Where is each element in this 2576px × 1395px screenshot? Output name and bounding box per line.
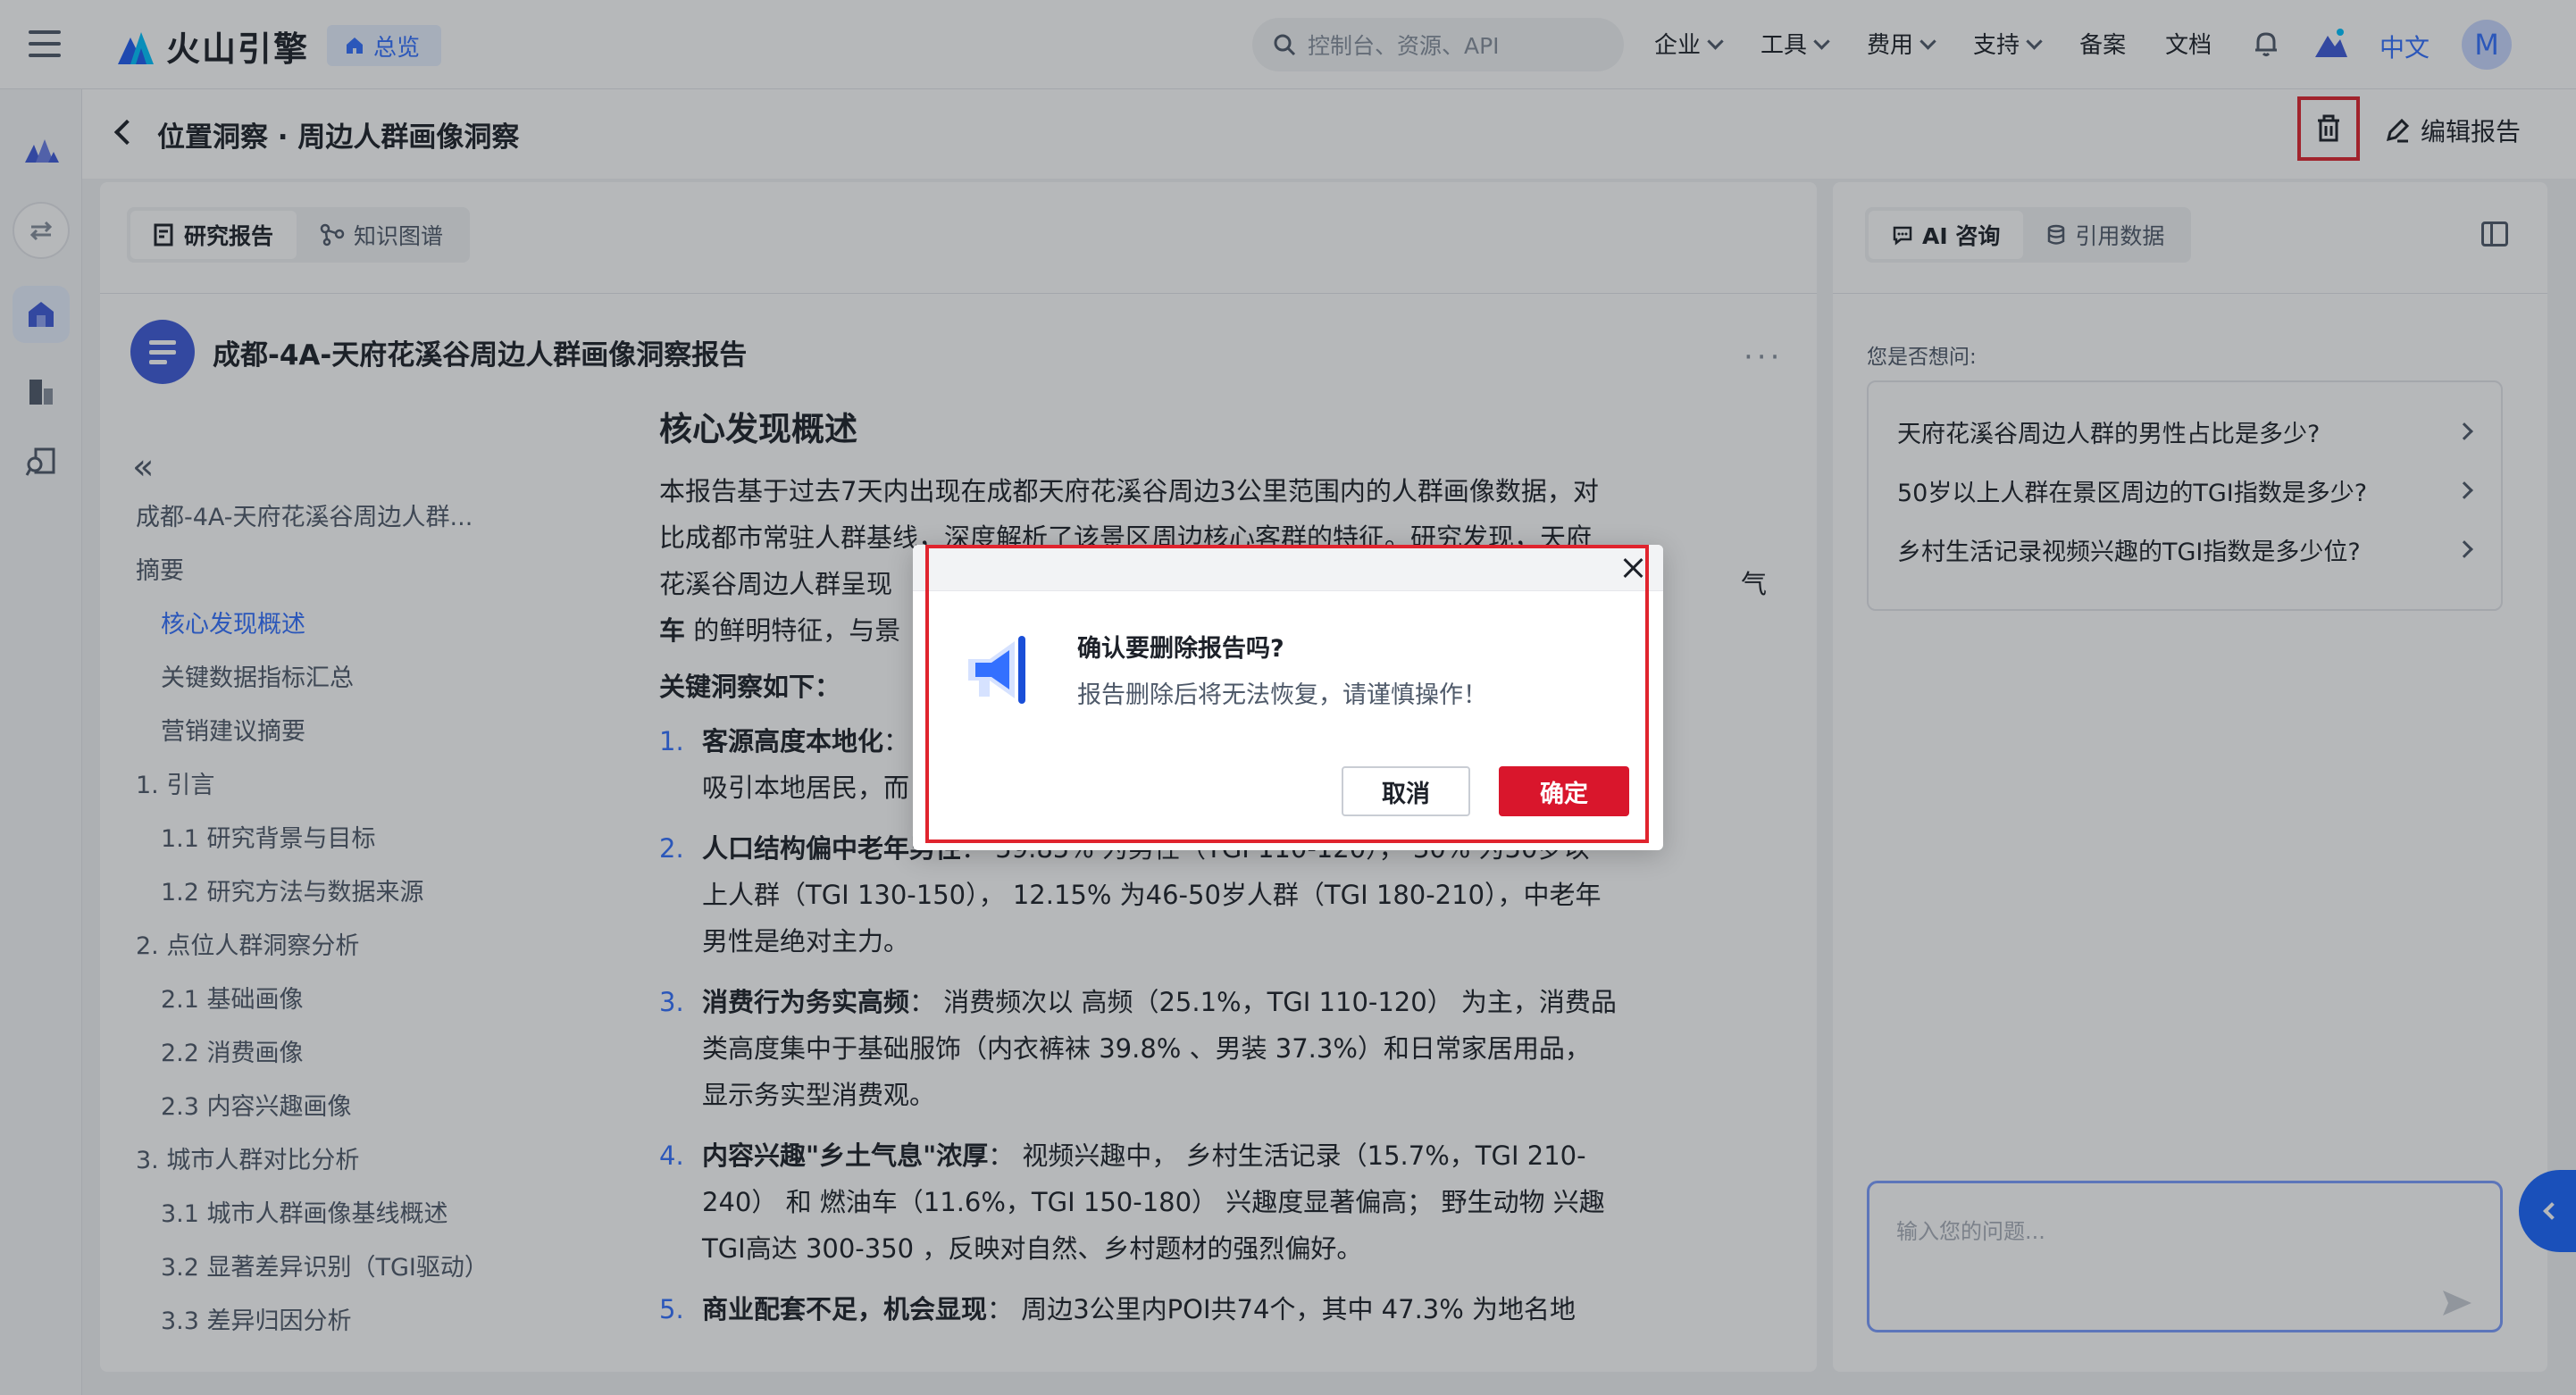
megaphone-icon (968, 636, 1025, 704)
cancel-button[interactable]: 取消 (1342, 766, 1470, 816)
delete-confirm-dialog: 确认要删除报告吗? 报告删除后将无法恢复，请谨慎操作！ 取消 确定 (913, 545, 1663, 850)
dialog-message: 报告删除后将无法恢复，请谨慎操作！ (1077, 681, 1487, 709)
dialog-header (913, 545, 1663, 591)
confirm-button[interactable]: 确定 (1499, 766, 1629, 816)
dialog-title: 确认要删除报告吗? (1077, 635, 1284, 663)
close-icon[interactable] (1618, 554, 1647, 582)
